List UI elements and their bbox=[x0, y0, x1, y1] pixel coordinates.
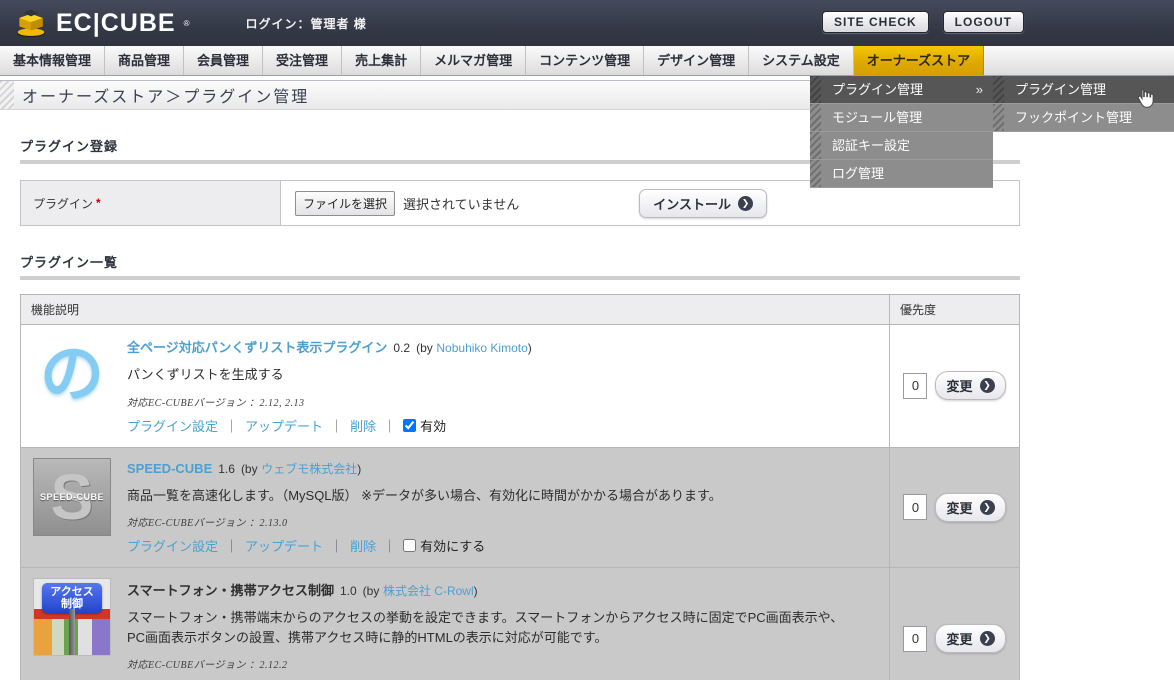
change-priority-button[interactable]: 変更❯ bbox=[935, 371, 1005, 400]
cube-logo-icon bbox=[14, 8, 48, 38]
tab-system[interactable]: システム設定 bbox=[749, 46, 854, 75]
plugin-field-label: プラグイン* bbox=[21, 181, 281, 225]
plugin-settings-link[interactable]: プラグイン設定 bbox=[127, 536, 218, 555]
tab-mailmag[interactable]: メルマガ管理 bbox=[421, 46, 526, 75]
arrow-right-icon: ❯ bbox=[980, 500, 995, 515]
submenu-item-plugin-management[interactable]: プラグイン管理 bbox=[993, 76, 1174, 104]
speed-cube-icon: S SPEED-CUBE bbox=[33, 458, 111, 536]
no-hiragana-icon: の bbox=[33, 335, 111, 413]
submenu-arrow-icon: » bbox=[976, 76, 983, 104]
arrow-right-icon: ❯ bbox=[980, 631, 995, 646]
plugin-list-heading: プラグイン一覧 bbox=[20, 252, 1020, 280]
plugin-description: 商品一覧を高速化します。（MySQL版） ※データが多い場合、有効化に時間がかか… bbox=[127, 486, 847, 506]
tab-contents[interactable]: コンテンツ管理 bbox=[526, 46, 644, 75]
plugin-description: パンくずリストを生成する bbox=[127, 365, 847, 385]
change-priority-button[interactable]: 変更❯ bbox=[935, 493, 1005, 522]
arrow-right-icon: ❯ bbox=[980, 378, 995, 393]
plugin-delete-link[interactable]: 削除 bbox=[350, 416, 376, 435]
plugin-row-speed-cube: S SPEED-CUBE SPEED-CUBE1.6(by ウェブモ株式会社) … bbox=[21, 448, 1019, 569]
tab-sales[interactable]: 売上集計 bbox=[342, 46, 421, 75]
logout-button[interactable]: LOGOUT bbox=[943, 11, 1024, 33]
ec-cube-logo: EC|CUBE ® bbox=[14, 8, 189, 38]
registered-mark: ® bbox=[184, 19, 190, 28]
plugin-name-link[interactable]: SPEED-CUBE bbox=[127, 461, 212, 476]
menu-item-module-management[interactable]: モジュール管理 bbox=[810, 104, 993, 132]
plugin-table-header: 機能説明 優先度 bbox=[21, 295, 1019, 325]
hatch-decoration bbox=[0, 81, 14, 109]
priority-input[interactable] bbox=[903, 373, 927, 399]
logo-text: EC|CUBE bbox=[56, 9, 176, 38]
file-status-text: 選択されていません bbox=[403, 194, 519, 213]
plugin-settings-link[interactable]: プラグイン設定 bbox=[127, 416, 218, 435]
plugin-table: 機能説明 優先度 の 全ページ対応パンくずリスト表示プラグイン0.2(by No… bbox=[20, 294, 1020, 680]
tab-basic-info[interactable]: 基本情報管理 bbox=[0, 46, 105, 75]
priority-input[interactable] bbox=[903, 494, 927, 520]
plugin-version: 0.2 bbox=[393, 341, 410, 355]
column-header-description: 機能説明 bbox=[21, 295, 889, 324]
plugin-update-link[interactable]: アップデート bbox=[245, 536, 323, 555]
install-button[interactable]: インストール ❯ bbox=[639, 189, 767, 218]
login-status-label: ログイン：管理者 様 bbox=[245, 15, 366, 32]
change-priority-button[interactable]: 変更❯ bbox=[935, 624, 1005, 653]
tab-design[interactable]: デザイン管理 bbox=[644, 46, 749, 75]
tab-products[interactable]: 商品管理 bbox=[105, 46, 184, 75]
plugin-author-link[interactable]: 株式会社 C-Rowl bbox=[383, 584, 474, 598]
required-mark: * bbox=[96, 196, 101, 210]
plugin-delete-link[interactable]: 削除 bbox=[350, 536, 376, 555]
plugin-management-submenu: プラグイン管理 フックポイント管理 bbox=[993, 76, 1174, 132]
top-header: EC|CUBE ® ログイン：管理者 様 SITE CHECK LOGOUT bbox=[0, 0, 1174, 46]
tab-owners-store[interactable]: オーナーズストア bbox=[854, 46, 984, 75]
main-nav: 基本情報管理 商品管理 会員管理 受注管理 売上集計 メルマガ管理 コンテンツ管… bbox=[0, 46, 1174, 76]
owners-store-dropdown-menu: プラグイン管理 » モジュール管理 認証キー設定 ログ管理 bbox=[810, 76, 993, 188]
plugin-name: スマートフォン・携帯アクセス制御 bbox=[127, 583, 334, 598]
plugin-compat-version: 対応EC-CUBEバージョン ：2.12.2 bbox=[127, 656, 877, 671]
plugin-description: スマートフォン・携帯端末からのアクセスの挙動を設定できます。スマートフォンからア… bbox=[127, 608, 847, 647]
access-control-icon: アクセス 制御 bbox=[33, 578, 111, 656]
menu-item-plugin-management[interactable]: プラグイン管理 » bbox=[810, 76, 993, 104]
enable-checkbox-label[interactable]: 有効 bbox=[403, 416, 446, 435]
site-check-button[interactable]: SITE CHECK bbox=[822, 11, 929, 33]
menu-item-auth-key-settings[interactable]: 認証キー設定 bbox=[810, 132, 993, 160]
column-header-priority: 優先度 bbox=[889, 295, 1019, 324]
plugin-author-link[interactable]: Nobuhiko Kimoto bbox=[436, 341, 527, 355]
plugin-author-link[interactable]: ウェブモ株式会社 bbox=[261, 462, 357, 476]
plugin-version: 1.0 bbox=[340, 584, 357, 598]
plugin-name-link[interactable]: 全ページ対応パンくずリスト表示プラグイン bbox=[127, 340, 387, 355]
plugin-update-link[interactable]: アップデート bbox=[245, 416, 323, 435]
file-select-button[interactable]: ファイルを選択 bbox=[295, 191, 395, 216]
menu-item-log-management[interactable]: ログ管理 bbox=[810, 160, 993, 188]
mouse-cursor-icon bbox=[1134, 86, 1156, 110]
enable-checkbox[interactable] bbox=[403, 539, 416, 552]
priority-input[interactable] bbox=[903, 626, 927, 652]
breadcrumb: オーナーズストア＞プラグイン管理 bbox=[22, 83, 309, 107]
enable-checkbox-label[interactable]: 有効にする bbox=[403, 536, 485, 555]
plugin-row-access-control: アクセス 制御 スマートフォン・携帯アクセス制御1.0(by 株式会社 C-Ro… bbox=[21, 568, 1019, 680]
plugin-compat-version: 対応EC-CUBEバージョン ：2.12, 2.13 bbox=[127, 394, 877, 409]
enable-checkbox[interactable] bbox=[403, 419, 416, 432]
plugin-compat-version: 対応EC-CUBEバージョン ：2.13.0 bbox=[127, 514, 877, 529]
tab-members[interactable]: 会員管理 bbox=[184, 46, 263, 75]
plugin-version: 1.6 bbox=[218, 462, 235, 476]
tab-orders[interactable]: 受注管理 bbox=[263, 46, 342, 75]
arrow-right-icon: ❯ bbox=[738, 196, 753, 211]
plugin-row-breadcrumb-plugin: の 全ページ対応パンくずリスト表示プラグイン0.2(by Nobuhiko Ki… bbox=[21, 325, 1019, 448]
